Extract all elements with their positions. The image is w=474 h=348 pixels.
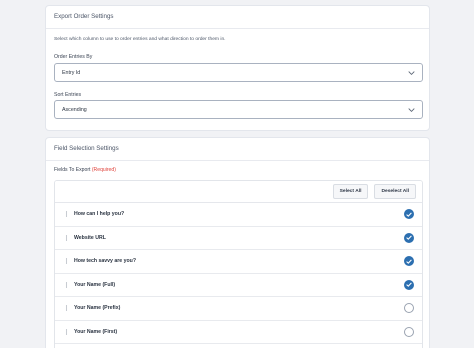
export-order-description: Select which column to use to order entr… (54, 37, 226, 42)
field-checkbox[interactable] (404, 326, 414, 337)
field-row[interactable]: Your Name (Prefix) (55, 297, 422, 321)
deselect-all-button[interactable]: Deselect All (374, 184, 416, 199)
drag-handle-icon[interactable] (65, 328, 68, 335)
field-label: Your Name (Prefix) (74, 305, 121, 312)
drag-handle-icon[interactable] (65, 258, 68, 264)
sort-entries-select[interactable]: Ascending (54, 100, 423, 119)
required-marker: (Required) (91, 167, 116, 173)
order-entries-by-value: Entry Id (62, 69, 81, 76)
export-order-settings-card: Export Order Settings Select which colum… (45, 5, 430, 131)
field-label: Your Name (First) (74, 328, 118, 335)
select-all-button[interactable]: Select All (332, 184, 369, 199)
field-row[interactable]: Website URL (55, 227, 422, 250)
chevron-down-icon (408, 71, 415, 76)
drag-handle-icon[interactable] (65, 234, 68, 241)
sort-entries-label: Sort Entries (54, 92, 82, 98)
field-label: How can I help you? (74, 211, 125, 218)
field-row[interactable]: Your Name (First) (55, 321, 422, 344)
fields-table: Select All Deselect All How can I help y… (54, 180, 423, 348)
field-checkbox[interactable] (404, 209, 414, 219)
checkmark-icon (406, 212, 412, 217)
sort-entries-value: Ascending (62, 106, 87, 113)
page: Export Order Settings Select which colum… (0, 0, 474, 348)
checkmark-icon (406, 282, 412, 287)
field-label: Website URL (74, 234, 106, 241)
export-order-settings-title: Export Order Settings (46, 6, 429, 29)
field-label: Your Name (Full) (74, 281, 116, 288)
field-checkbox[interactable] (404, 232, 414, 243)
field-checkbox[interactable] (404, 303, 414, 313)
field-selection-settings-card: Field Selection Settings Fields To Expor… (45, 137, 430, 348)
order-entries-by-label: Order Entries By (54, 54, 93, 60)
field-row[interactable]: How tech savvy are you? (55, 250, 422, 274)
field-selection-settings-title: Field Selection Settings (46, 138, 429, 161)
drag-handle-icon[interactable] (65, 211, 68, 217)
field-checkbox[interactable] (404, 279, 414, 290)
field-label: How tech savvy are you? (74, 258, 136, 265)
fields-list: How can I help you? Website URL How tech… (55, 203, 422, 344)
checkmark-icon (406, 259, 412, 264)
fields-table-header: Select All Deselect All (55, 181, 422, 203)
field-row[interactable]: How can I help you? (55, 203, 422, 227)
fields-to-export-text: Fields To Export (54, 167, 91, 173)
drag-handle-icon[interactable] (65, 305, 68, 311)
checkmark-icon (406, 235, 412, 240)
field-checkbox[interactable] (404, 256, 414, 266)
order-entries-by-select[interactable]: Entry Id (54, 63, 423, 82)
drag-handle-icon[interactable] (65, 281, 68, 288)
field-row[interactable]: Your Name (Full) (55, 274, 422, 297)
chevron-down-icon (408, 108, 415, 113)
fields-to-export-label: Fields To Export (Required) (54, 167, 116, 173)
